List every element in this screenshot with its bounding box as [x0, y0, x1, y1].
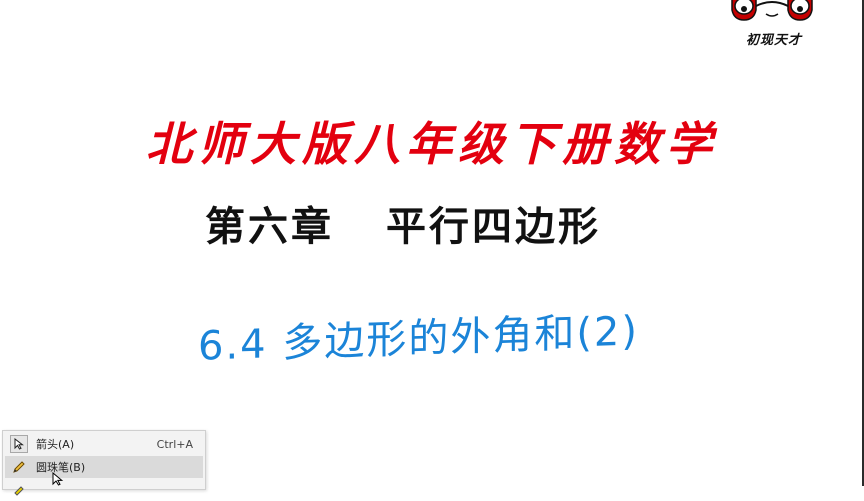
menu-item-highlighter[interactable]: [5, 479, 203, 501]
pen-icon: [10, 458, 28, 476]
menu-item-shortcut: Ctrl+A: [156, 437, 193, 451]
presentation-slide: 初现天才 北师大版八年级下册数学 第六章 平行四边形 6.4 多边形的外角和(2): [0, 0, 864, 486]
brand-logo: 初现天才: [722, 0, 822, 56]
menu-item-ballpoint-pen[interactable]: 圆珠笔(B): [5, 456, 203, 478]
menu-item-arrow[interactable]: 箭头(A) Ctrl+A: [5, 433, 203, 455]
slide-title: 北师大版八年级下册数学: [146, 117, 718, 171]
menu-item-label: 箭头(A): [36, 438, 75, 451]
mouse-cursor-icon: [52, 472, 64, 486]
chapter-title: 第六章 平行四边形: [205, 194, 601, 252]
logo-text: 初现天才: [745, 33, 802, 48]
chapter-name: 平行四边形: [386, 203, 601, 250]
glasses-logo-icon: [731, 0, 813, 21]
section-title: 6.4 多边形的外角和(2): [198, 308, 639, 370]
pointer-options-menu: 箭头(A) Ctrl+A 圆珠笔(B): [2, 430, 206, 496]
chapter-number: 第六章: [205, 203, 334, 250]
arrow-pointer-icon: [10, 435, 28, 453]
highlighter-icon: [10, 481, 28, 499]
